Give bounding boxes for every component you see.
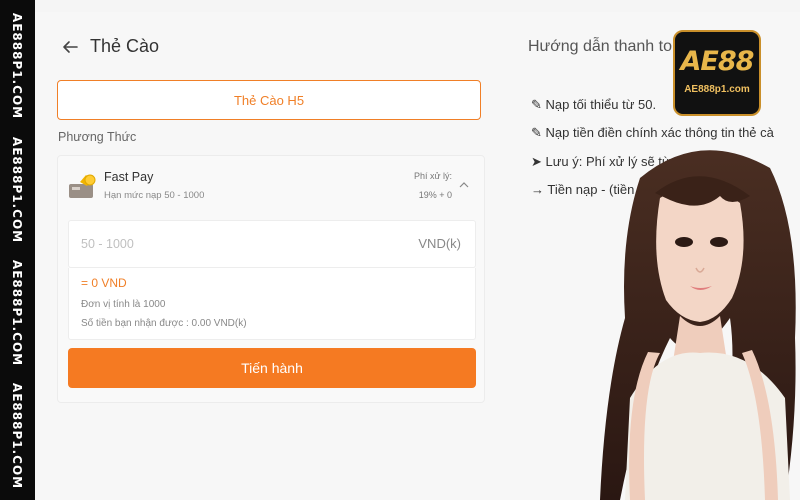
payment-method-card: Fast Pay Hạn mức nạp 50 - 1000 Phí xử lý… [57, 155, 485, 403]
chevron-up-icon[interactable] [458, 179, 470, 191]
logo-mark: AE88 [680, 46, 755, 77]
logo-domain: AE888p1.com [684, 84, 750, 95]
amount-summary: = 0 VND Đơn vị tính là 1000 Số tiền bạn … [68, 268, 476, 340]
guide-line: ✎ Nạp tối thiểu từ 50. [531, 97, 657, 112]
submit-button[interactable]: Tiến hành [68, 348, 476, 388]
payment-method-name[interactable]: Fast Pay [104, 170, 153, 184]
brand-logo: AE88 AE888p1.com [673, 30, 761, 116]
guide-title: Hướng dẫn thanh to [528, 38, 672, 55]
tab-the-cao-h5[interactable]: Thẻ Cào H5 [57, 80, 481, 120]
receive-amount-note: Số tiền bạn nhận được : 0.00 VND(k) [81, 318, 247, 329]
tab-label: Thẻ Cào H5 [233, 92, 305, 108]
wallet-icon [69, 174, 96, 198]
payment-limit: Hạn mức nạp 50 - 1000 [104, 190, 205, 201]
amount-input[interactable] [81, 221, 381, 267]
fee-value: 19% + 0 [418, 190, 452, 200]
unit-note: Đơn vị tính là 1000 [81, 299, 166, 310]
fee-label: Phí xử lý: [413, 171, 452, 181]
watermark-strip: AE888P1.COM AE888P1.COM AE888P1.COM AE88… [0, 0, 35, 500]
converted-amount: = 0 VND [81, 276, 127, 290]
amount-field: VND(k) [68, 220, 476, 268]
method-section-label: Phương Thức [58, 130, 137, 144]
page-title: Thẻ Cào [90, 36, 160, 56]
page-header: Thẻ Cào [60, 36, 159, 57]
model-photo [600, 150, 796, 500]
amount-unit: VND(k) [418, 236, 461, 251]
arrow-left-icon[interactable] [60, 37, 80, 57]
